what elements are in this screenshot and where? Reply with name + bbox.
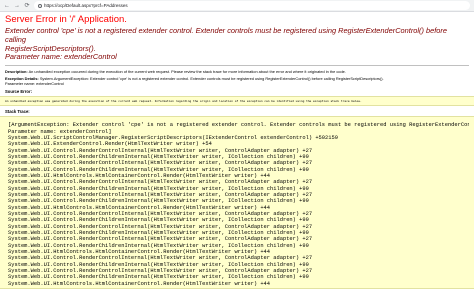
browser-toolbar: ← → ⟳ https://ocp/Default.aspx?prcf=PAdd… <box>0 0 474 12</box>
reload-icon[interactable]: ⟳ <box>24 0 30 12</box>
exception-details-text: System.ArgumentException: Extender contr… <box>40 76 384 81</box>
page-title: Server Error in '/' Application. <box>5 14 469 26</box>
site-info-icon[interactable] <box>38 4 42 8</box>
forward-arrow-icon[interactable]: → <box>14 0 20 12</box>
stack-trace-label: Stack Trace: <box>5 109 469 114</box>
description-block: Description: An unhandled exception occu… <box>5 69 469 74</box>
error-message: Extender control 'cpe' is not a register… <box>5 27 469 62</box>
error-page: Server Error in '/' Application. Extende… <box>0 12 474 289</box>
error-message-line-2: RegisterScriptDescriptors(). <box>5 44 96 53</box>
address-bar[interactable]: https://ocp/Default.aspx?prcf=PAddresses <box>34 1 470 10</box>
source-error-box: An unhandled exception was generated dur… <box>0 96 474 106</box>
stack-trace-exception-line: [ArgumentException: Extender control 'cp… <box>5 122 469 128</box>
exception-details-block: Exception Details: System.ArgumentExcept… <box>5 76 469 86</box>
stack-trace-box: [ArgumentException: Extender control 'cp… <box>0 116 474 289</box>
source-error-text: An unhandled exception was generated dur… <box>5 98 469 104</box>
exception-parameter-text: Parameter name: extenderControl <box>5 81 64 86</box>
back-arrow-icon[interactable]: ← <box>4 0 10 12</box>
url-text: https://ocp/Default.aspx?prcf=PAddresses <box>44 3 128 8</box>
description-text: An unhandled exception occurred during t… <box>29 69 346 74</box>
stack-trace-text: [ArgumentException: Extender control 'cp… <box>5 118 469 287</box>
error-message-line-3: Parameter name: extenderControl <box>5 52 117 61</box>
divider <box>5 65 469 66</box>
description-label: Description: <box>5 69 28 74</box>
source-error-label: Source Error: <box>5 89 469 94</box>
error-message-line-1: Extender control 'cpe' is not a register… <box>5 26 447 44</box>
